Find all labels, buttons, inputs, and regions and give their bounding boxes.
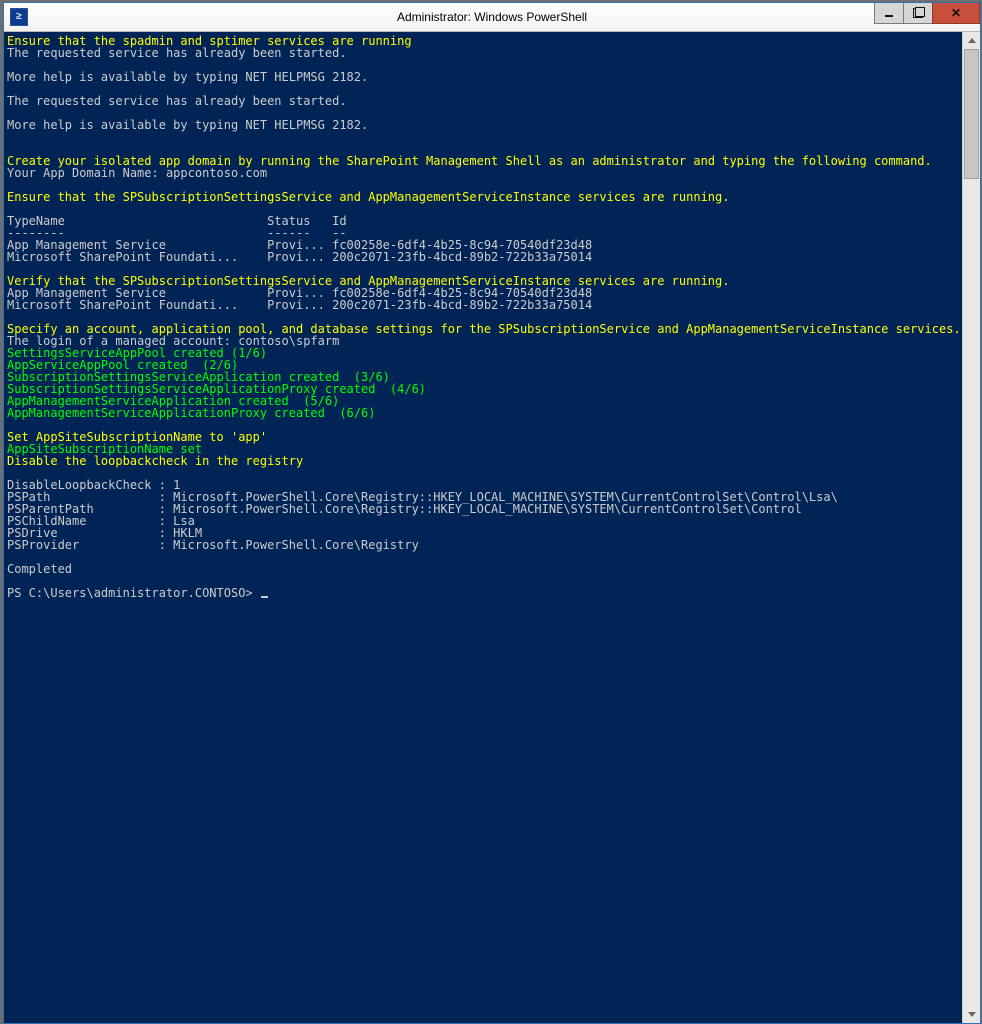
console-line: The requested service has already been s… [7, 47, 962, 59]
powershell-icon: ≥ [10, 8, 28, 26]
maximize-icon [913, 8, 923, 18]
console-line: PSProvider : Microsoft.PowerShell.Core\R… [7, 539, 962, 551]
vertical-scrollbar[interactable] [962, 32, 980, 1023]
console-line: Microsoft SharePoint Foundati... Provi..… [7, 251, 962, 263]
console-line: Disable the loopbackcheck in the registr… [7, 455, 962, 467]
close-button[interactable]: ✕ [932, 3, 980, 24]
cursor [261, 596, 268, 598]
scroll-up-button[interactable] [963, 32, 980, 49]
console-line: More help is available by typing NET HEL… [7, 71, 962, 83]
chevron-up-icon [968, 38, 976, 43]
prompt-line[interactable]: PS C:\Users\administrator.CONTOSO> [7, 587, 962, 599]
console-line: Microsoft SharePoint Foundati... Provi..… [7, 299, 962, 311]
console-line: Your App Domain Name: appcontoso.com [7, 167, 962, 179]
console-line: The requested service has already been s… [7, 95, 962, 107]
console-line: Completed [7, 563, 962, 575]
minimize-button[interactable] [874, 3, 904, 24]
titlebar[interactable]: ≥ Administrator: Windows PowerShell ✕ [4, 3, 980, 32]
console-line [7, 131, 962, 143]
window-buttons: ✕ [875, 3, 980, 25]
powershell-window: ≥ Administrator: Windows PowerShell ✕ En… [3, 2, 981, 1024]
console-line: More help is available by typing NET HEL… [7, 119, 962, 131]
maximize-button[interactable] [903, 3, 933, 24]
scroll-down-button[interactable] [963, 1006, 980, 1023]
console-line: Ensure that the SPSubscriptionSettingsSe… [7, 191, 962, 203]
close-icon: ✕ [951, 7, 961, 19]
chevron-down-icon [968, 1012, 976, 1017]
console-output[interactable]: Ensure that the spadmin and sptimer serv… [4, 32, 962, 1023]
window-title: Administrator: Windows PowerShell [4, 10, 980, 24]
scroll-thumb[interactable] [964, 49, 979, 179]
client-area: Ensure that the spadmin and sptimer serv… [4, 32, 980, 1023]
console-line: AppManagementServiceApplicationProxy cre… [7, 407, 962, 419]
console-line [7, 551, 962, 563]
minimize-icon [885, 15, 893, 17]
